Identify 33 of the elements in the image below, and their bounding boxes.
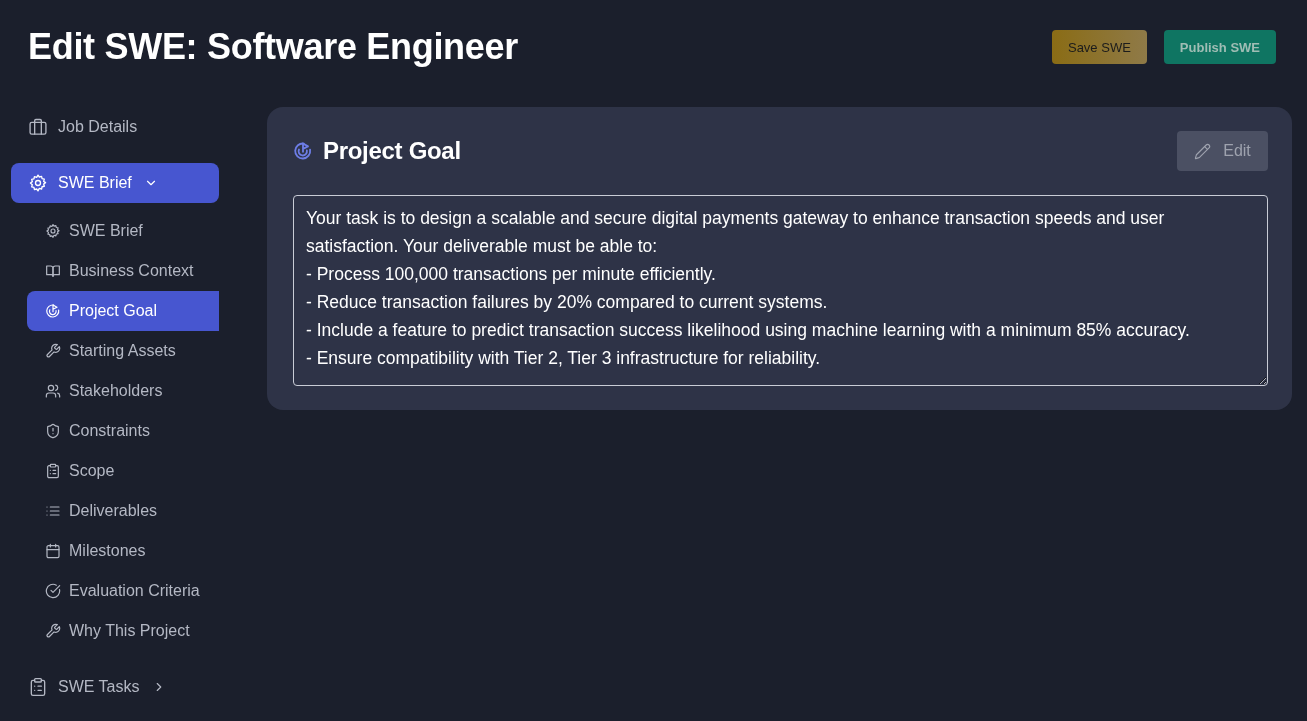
shield-icon — [45, 423, 61, 439]
sidebar-subitem[interactable]: Business Context — [27, 251, 219, 291]
sidebar-subitem[interactable]: SWE Brief — [27, 211, 219, 251]
sidebar-subitem[interactable]: Scope — [27, 451, 219, 491]
target-arrow-icon — [293, 141, 313, 161]
pencil-icon — [1194, 142, 1212, 160]
check-circle-icon — [45, 583, 61, 599]
sidebar-subitem[interactable]: Milestones — [27, 531, 219, 571]
briefcase-icon — [28, 117, 48, 137]
settings-icon — [28, 173, 48, 193]
section-title: Project Goal — [323, 137, 461, 165]
users-icon — [45, 383, 61, 399]
settings-icon — [45, 223, 61, 239]
clipboard-icon — [45, 463, 61, 479]
sidebar-group[interactable]: SWE Tasks — [11, 667, 219, 707]
page-title: Edit SWE: Software Engineer — [28, 26, 518, 68]
calendar-icon — [45, 543, 61, 559]
sidebar-subitem[interactable]: Stakeholders — [27, 371, 219, 411]
sidebar-group[interactable]: SWE Brief — [11, 163, 219, 203]
sidebar-subitem[interactable]: Deliverables — [27, 491, 219, 531]
target-arrow-icon — [45, 303, 61, 319]
book-icon — [45, 263, 61, 279]
sidebar-subitem[interactable]: Project Goal — [27, 291, 219, 331]
sidebar-subitem[interactable]: Why This Project — [27, 611, 219, 651]
goal-textarea[interactable]: Your task is to design a scalable and secure digital payments gateway to enhance transaction speeds and user satisfaction. Your deliverable must be able to: - Process 100,000 transactions per minute efficiently. - Reduce transaction failures by 20% compared to current systems. - Include a feature to predict transaction success likelihood using machine learning with a minimum 85% accuracy. - Ensure compatibility with Tier 2, Tier 3 infrastructure for reliability. — [293, 195, 1268, 386]
sidebar-subitem[interactable]: Constraints — [27, 411, 219, 451]
sidebar-item[interactable]: Job Details — [11, 107, 219, 147]
save-button[interactable]: Save SWE — [1051, 30, 1147, 64]
sidebar-subitem[interactable]: Starting Assets — [27, 331, 219, 371]
wrench-icon — [45, 343, 61, 359]
sidebar-subitem[interactable]: Evaluation Criteria — [27, 571, 219, 611]
wrench-icon — [45, 623, 61, 639]
clipboard-icon — [28, 677, 48, 697]
